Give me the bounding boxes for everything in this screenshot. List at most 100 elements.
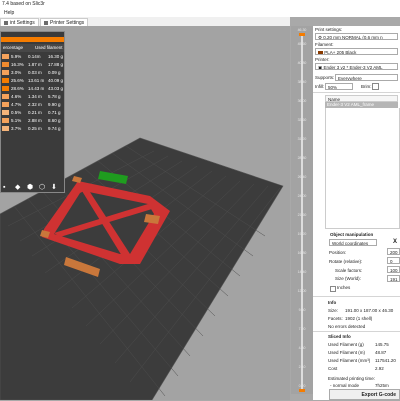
pin-icon[interactable]: ⬇ (51, 184, 57, 191)
tool-icon-1[interactable]: ▪ (3, 184, 9, 191)
legend-length: 1.34 m (28, 94, 42, 99)
rotate-x-input[interactable]: 0 (387, 257, 400, 264)
legend-row: #f08b2f16.3% 1.87 m 17.88 g (1, 61, 64, 68)
inches-label: Inches (337, 285, 351, 290)
legend-color-swatch: #f5a25b (2, 94, 9, 99)
brim-label: Brim: (361, 84, 372, 89)
print-profile-select[interactable]: ⚙ 0.20 mm NORMAL (0.6 mm n (315, 33, 398, 40)
legend-weight: 9.90 g (48, 102, 61, 107)
info-title: Info (328, 300, 337, 305)
tool-icon-4[interactable]: ⬡ (39, 184, 45, 191)
legend-length: 13.61 m (28, 78, 45, 83)
legend-color-swatch: #f5a25b (2, 54, 9, 59)
col-percentage: ercentage (3, 45, 24, 50)
layer-height-tick: 0.20 (298, 384, 306, 388)
layer-height-tick: 36.00 (297, 99, 307, 103)
legend-row: #f5b47a3.7% 0.25 m 9.74 g (1, 125, 64, 132)
used-mm3-label: Used Filament (mm³) (328, 358, 371, 363)
legend-length: 14.43 m (28, 86, 45, 91)
brim-checkbox[interactable] (372, 83, 379, 90)
legend-percentage: 16.3% (11, 62, 24, 67)
legend-tool-icons: ▪ ◆ ⬢ ⬡ ⬇ (1, 182, 64, 194)
supports-select[interactable]: Everywhere (335, 74, 398, 81)
filament-label: Filament: (315, 42, 334, 47)
used-g-value: 145.75 (375, 342, 389, 347)
layer-height-tick: 26.40 (297, 175, 307, 179)
layer-height-tick: 21.60 (297, 213, 307, 217)
gcode-legend-panel: ercentage Used filament #f5a25b5.9%0.14m… (0, 31, 65, 193)
legend-row: #f57c0028.6% 14.43 m43.03 g (1, 85, 64, 92)
legend-weight: 16.30 g (48, 54, 64, 59)
legend-length: 1.87 m (28, 62, 42, 67)
layer-height-tick: 33.60 (297, 118, 307, 122)
scale-x-input[interactable]: 100 (387, 266, 400, 273)
object-list-header: Name (325, 95, 398, 102)
legend-color-swatch: #f57c00 (2, 86, 9, 91)
legend-color-swatch: #f5a25b (2, 102, 9, 107)
legend-length: 0.25 m (28, 126, 42, 131)
layer-slider-top-knob[interactable] (299, 33, 305, 36)
slider-top-label: 46.30 (297, 28, 307, 32)
legend-percentage: 5.9% (11, 54, 22, 59)
legend-color-swatch: #f5b47a (2, 110, 9, 115)
layer-height-tick: 7.20 (298, 327, 306, 331)
filament-profile-select[interactable]: PLA+ 205 Black (315, 48, 398, 55)
used-mm3-value: 117541.20 (375, 358, 396, 363)
legend-color-swatch: #f5a25b (2, 70, 9, 75)
layer-height-tick: 45.60 (297, 42, 307, 46)
right-settings-panel: Print settings: ⚙ 0.20 mm NORMAL (0.6 mm… (313, 26, 400, 400)
inches-checkbox[interactable] (330, 286, 336, 292)
menu-help[interactable]: Help (4, 9, 14, 17)
scale-label: Scale factors: (335, 268, 363, 273)
vertical-layer-slider[interactable]: 46.30 45.60 40.80 38.40 36.00 33.60 31.20 28.8… (291, 26, 313, 394)
layer-height-tick: 14.40 (297, 270, 307, 274)
title-bar: 7.4 based on Slic3r (0, 0, 400, 9)
printer-label: Printer: (315, 57, 330, 62)
coordinate-system-select[interactable]: World coordinates (329, 239, 377, 246)
separator (313, 92, 400, 93)
export-gcode-button[interactable]: Export G-code (329, 389, 400, 400)
used-m-label: Used Filament (m) (328, 350, 366, 355)
legend-length: 0.14m (28, 54, 41, 59)
print-settings-label: Print settings: (315, 27, 343, 32)
layer-height-tick: 24.00 (297, 194, 307, 198)
legend-percentage: 5.1% (11, 118, 22, 123)
3d-viewport[interactable]: ercentage Used filament #f5a25b5.9%0.14m… (0, 26, 290, 400)
legend-color-swatch: #f57c00 (2, 78, 9, 83)
separator (313, 331, 400, 332)
legend-color-swatch: #f5b47a (2, 126, 9, 131)
legend-row: #f5a25b3.0% 0.03 m 0.09 g (1, 69, 64, 76)
legend-percentage: 3.7% (11, 126, 22, 131)
cost-value: 2.92 (375, 366, 384, 371)
settings-icon (4, 20, 8, 25)
layer-slider-bottom-knob[interactable] (299, 389, 305, 392)
infill-select[interactable]: 50% (325, 83, 353, 90)
size-x-input[interactable]: 191 (387, 275, 400, 282)
facets-value: 1902 (1 shell) (345, 316, 373, 321)
legend-length: 0.03 m (28, 70, 42, 75)
printer-profile-select[interactable]: ▣ Ender 3 v2 * Ender-3 V2 AML (315, 63, 398, 70)
layer-height-tick: 16.80 (297, 251, 307, 255)
cost-label: Cost (328, 366, 338, 371)
layer-height-tick: 19.20 (297, 232, 307, 236)
tool-icon-3[interactable]: ⬢ (27, 184, 33, 191)
tool-icon-2[interactable]: ◆ (15, 184, 21, 191)
facets-label: Facets: (328, 316, 343, 321)
legend-percentage: 4.6% (11, 94, 22, 99)
rotate-label: Rotate (relative): (329, 259, 363, 264)
layer-height-tick: 40.80 (297, 61, 307, 65)
legend-column-headers: ercentage Used filament (1, 44, 64, 52)
position-x-input[interactable]: 200 (387, 248, 400, 255)
legend-row: #f5a25b5.9% 0.14m 16.30 g (1, 53, 64, 60)
legend-row: #f5b47a0.5% 0.21 m 0.71 g (1, 109, 64, 116)
legend-percentage: 4.7% (11, 102, 22, 107)
object-list (325, 108, 400, 229)
legend-length: 2.88 m (28, 118, 42, 123)
legend-weight: 0.09 g (48, 70, 61, 75)
errors-label: No errors detected (328, 324, 366, 329)
legend-weight: 9.74 g (48, 126, 61, 131)
layer-height-tick: 4.80 (298, 346, 306, 350)
legend-length: 2.32 m (28, 102, 42, 107)
legend-weight: 40.09 g (48, 78, 64, 83)
legend-row: #f5a25b4.7% 2.32 m 9.90 g (1, 101, 64, 108)
